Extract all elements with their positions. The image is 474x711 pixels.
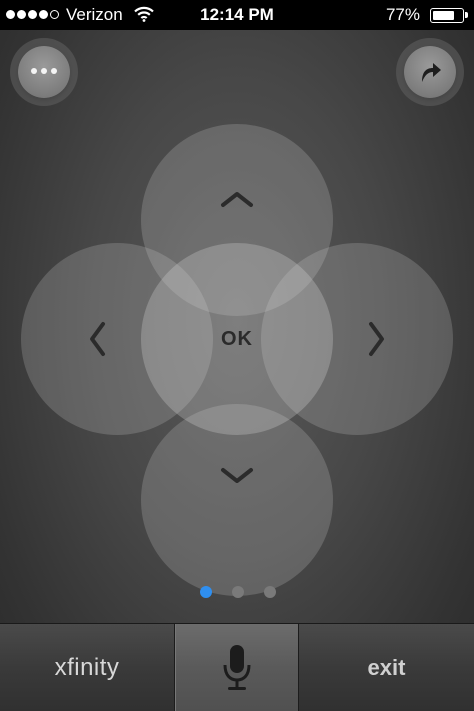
ok-label: OK: [221, 328, 253, 350]
chevron-down-icon: [221, 468, 253, 483]
page-dot[interactable]: [264, 586, 276, 598]
chevron-up-icon: [221, 192, 253, 207]
page-indicator: [0, 586, 474, 598]
xfinity-button[interactable]: xfinity: [0, 624, 175, 711]
directional-pad: OK: [0, 0, 474, 711]
remote-screen: Verizon 12:14 PM 77% OK xfinity exit: [0, 0, 474, 711]
voice-button[interactable]: [175, 624, 299, 711]
bottom-bar: xfinity exit: [0, 623, 474, 711]
chevron-right-icon: [369, 322, 384, 356]
chevron-left-icon: [90, 322, 105, 356]
microphone-icon: [223, 645, 251, 690]
page-dot[interactable]: [200, 586, 212, 598]
xfinity-logo: xfinity: [54, 654, 120, 681]
exit-label: exit: [367, 655, 406, 680]
page-dot[interactable]: [232, 586, 244, 598]
exit-button[interactable]: exit: [299, 624, 474, 711]
